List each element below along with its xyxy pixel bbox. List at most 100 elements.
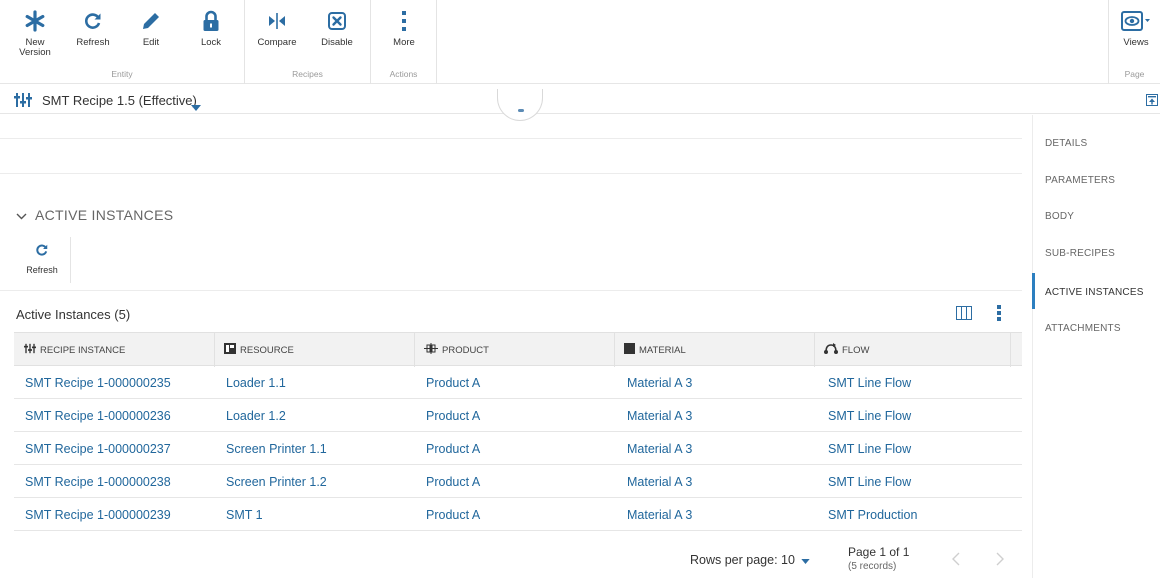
active-instances-section-header[interactable]: ACTIVE INSTANCES [16,207,173,223]
page-label: Page 1 of 1 [848,545,910,559]
grid-tools [956,305,1002,326]
page-info: Page 1 of 1 (5 records) [848,545,909,572]
cell-recipe-instance[interactable]: SMT Recipe 1-000000237 [23,432,171,465]
resource-icon [224,343,236,357]
table-row[interactable]: SMT Recipe 1-000000238 Screen Printer 1.… [14,465,1022,498]
chevron-down-icon[interactable] [191,98,201,116]
column-header-material[interactable]: MATERIAL [622,333,812,367]
cell-resource[interactable]: Loader 1.2 [224,399,286,432]
entity-group-caption: Entity [111,69,133,79]
previous-page-icon[interactable] [952,552,960,571]
lock-button[interactable]: Lock [186,8,236,66]
column-header-recipe-instance[interactable]: RECIPE INSTANCE [22,333,212,367]
cell-flow[interactable]: SMT Production [826,498,917,531]
records-label: (5 records) [848,561,897,572]
active-indicator [1032,273,1035,309]
new-version-button[interactable]: New Version [10,8,60,66]
compare-button[interactable]: Compare [252,8,302,66]
edit-label: Edit [142,37,160,48]
column-label: MATERIAL [639,344,686,356]
nav-item-parameters[interactable]: PARAMETERS [1045,175,1115,186]
nav-item-details[interactable]: DETAILS [1045,138,1087,149]
views-label: Views [1123,37,1149,48]
nav-item-active-instances[interactable]: ACTIVE INSTANCES [1045,287,1144,298]
scroll-indicator [497,89,543,121]
cell-recipe-instance[interactable]: SMT Recipe 1-000000235 [23,366,171,399]
columns-icon[interactable] [956,306,972,325]
column-label: RESOURCE [240,344,294,356]
cell-material[interactable]: Material A 3 [625,498,692,531]
pencil-icon [126,8,176,34]
cell-material[interactable]: Material A 3 [625,465,692,498]
cell-product[interactable]: Product A [424,399,480,432]
cell-resource[interactable]: Screen Printer 1.2 [224,465,327,498]
column-header-product[interactable]: PRODUCT [422,333,612,367]
recipe-title[interactable]: SMT Recipe 1.5 (Effective) [42,93,197,108]
cell-material[interactable]: Material A 3 [625,366,692,399]
refresh-button[interactable]: Refresh [68,8,118,66]
more-vertical-icon[interactable] [996,305,1002,326]
cell-recipe-instance[interactable]: SMT Recipe 1-000000236 [23,399,171,432]
collapse-header-icon[interactable] [1146,93,1158,111]
section-refresh-button[interactable]: Refresh [14,243,70,275]
cell-recipe-instance[interactable]: SMT Recipe 1-000000238 [23,465,171,498]
grid-title: Active Instances (5) [16,307,131,322]
column-header-resource[interactable]: RESOURCE [222,333,412,367]
disable-button[interactable]: Disable [312,8,362,66]
table-row[interactable]: SMT Recipe 1-000000236 Loader 1.2 Produc… [14,399,1022,432]
cell-product[interactable]: Product A [424,366,480,399]
chevron-down-icon [801,553,810,567]
cell-product[interactable]: Product A [424,498,480,531]
table-row[interactable]: SMT Recipe 1-000000239 SMT 1 Product A M… [14,498,1022,531]
next-page-icon[interactable] [996,552,1004,571]
cell-resource[interactable]: Loader 1.1 [224,366,286,399]
page-group-caption: Page [1124,69,1145,79]
actions-group-caption: Actions [389,69,418,79]
refresh-icon [68,8,118,34]
rows-per-page-label: Rows per page: 10 [690,553,795,567]
ribbon-toolbar: New Version Refresh Edit Lock Entity Com… [0,0,1160,84]
cell-flow[interactable]: SMT Line Flow [826,399,911,432]
cell-recipe-instance[interactable]: SMT Recipe 1-000000239 [23,498,171,531]
section-title: ACTIVE INSTANCES [35,207,174,223]
recipe-icon [24,343,36,357]
cell-material[interactable]: Material A 3 [625,432,692,465]
column-label: FLOW [842,344,870,356]
divider [70,237,71,283]
table-row[interactable]: SMT Recipe 1-000000235 Loader 1.1 Produc… [14,366,1022,399]
refresh-label: Refresh [76,37,110,48]
cell-resource[interactable]: Screen Printer 1.1 [224,432,327,465]
chevron-down-icon [16,207,27,223]
edit-button[interactable]: Edit [126,8,176,66]
disable-label: Disable [321,37,353,48]
compare-icon [252,8,302,34]
more-label: More [393,37,415,48]
cell-material[interactable]: Material A 3 [625,399,692,432]
more-button[interactable]: More [379,8,429,66]
column-label: RECIPE INSTANCE [40,344,126,356]
cell-resource[interactable]: SMT 1 [224,498,263,531]
asterisk-icon [10,8,60,34]
views-button[interactable]: Views [1113,8,1159,66]
disable-icon [312,8,362,34]
new-version-label: New Version [19,37,51,58]
divider [0,290,1022,291]
cell-flow[interactable]: SMT Line Flow [826,366,911,399]
rows-per-page-select[interactable]: Rows per page: 10 [690,553,810,567]
ribbon-group-actions: More Actions [371,0,437,84]
section-refresh-label: Refresh [26,265,58,275]
nav-item-body[interactable]: BODY [1045,211,1074,222]
cell-flow[interactable]: SMT Line Flow [826,432,911,465]
cell-product[interactable]: Product A [424,465,480,498]
column-header-flow[interactable]: FLOW [822,333,1012,367]
recipes-group-caption: Recipes [292,69,323,79]
recipe-bar: SMT Recipe 1.5 (Effective) [0,86,1160,114]
material-icon [624,343,635,357]
cell-product[interactable]: Product A [424,432,480,465]
nav-item-attachments[interactable]: ATTACHMENTS [1045,323,1121,334]
table-pagination: Rows per page: 10 Page 1 of 1 (5 records… [0,538,1032,578]
lock-label: Lock [200,37,222,48]
nav-item-sub-recipes[interactable]: SUB-RECIPES [1045,248,1115,259]
table-row[interactable]: SMT Recipe 1-000000237 Screen Printer 1.… [14,432,1022,465]
cell-flow[interactable]: SMT Line Flow [826,465,911,498]
